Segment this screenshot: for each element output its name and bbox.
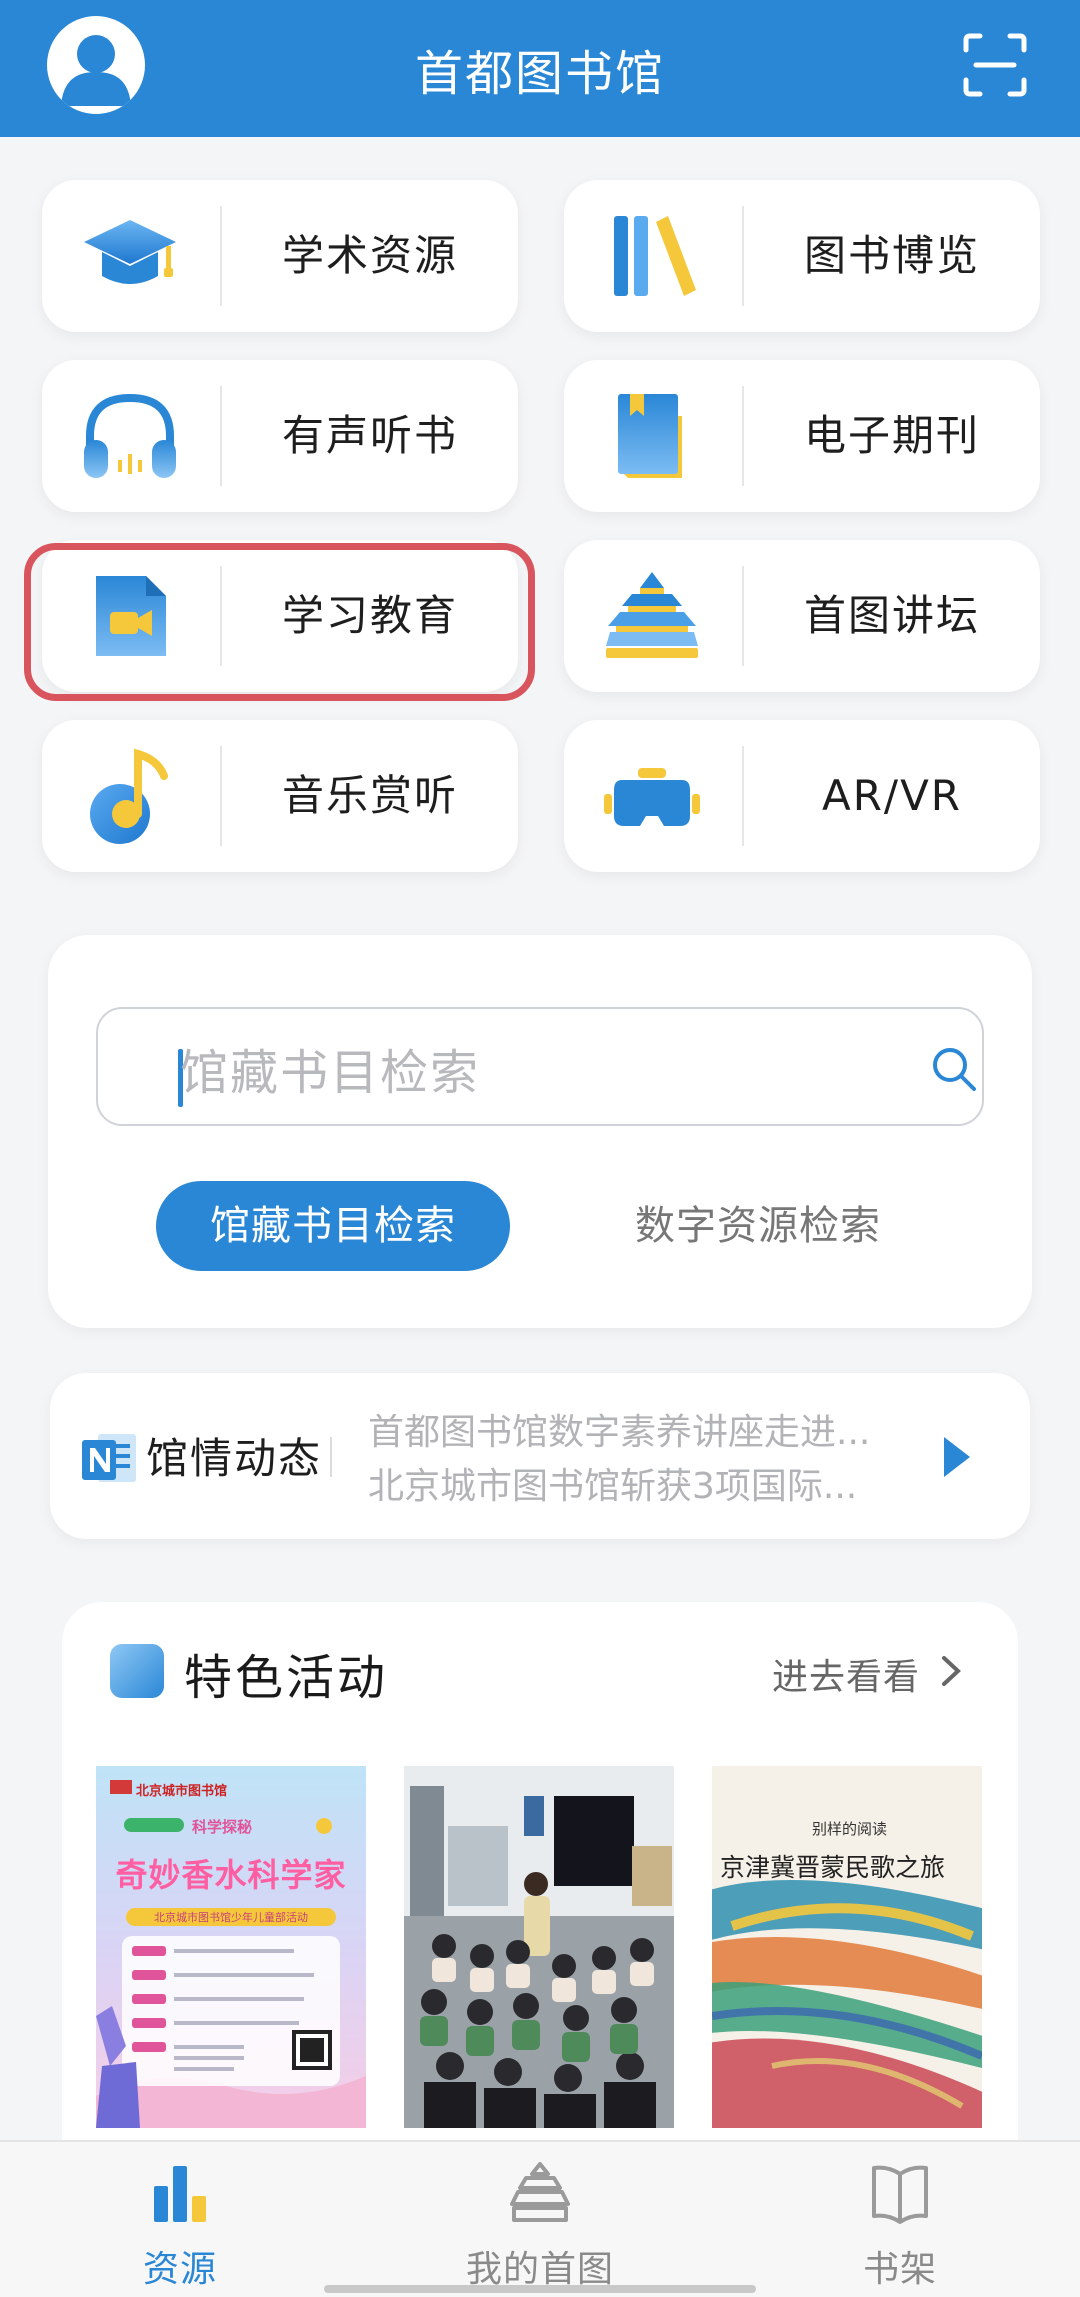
activity-poster-classroom[interactable] bbox=[404, 1766, 674, 2128]
graduation-cap-icon bbox=[80, 206, 180, 306]
search-icon[interactable] bbox=[928, 1043, 980, 1095]
tile-capital-lecture[interactable]: 首图讲坛 bbox=[564, 540, 1040, 692]
news-n-icon bbox=[80, 1428, 138, 1488]
poster-title: 京津冀晋蒙民歌之旅 bbox=[720, 1853, 946, 1882]
poster-kicker: 别样的阅读 bbox=[812, 1820, 888, 1838]
news-card[interactable]: 馆情动态 首都图书馆数字素养讲座走进... 北京城市图书馆斩获3项国际... bbox=[50, 1373, 1030, 1539]
temple-outline-icon bbox=[510, 2160, 570, 2224]
headphones-icon bbox=[80, 386, 180, 486]
tile-e-journals[interactable]: 电子期刊 bbox=[564, 360, 1040, 512]
news-item[interactable]: 首都图书馆数字素养讲座走进... bbox=[368, 1403, 870, 1455]
tab-my-library[interactable]: 我的首图 bbox=[440, 2160, 640, 2290]
news-label: 馆情动态 bbox=[146, 1434, 323, 1483]
tile-ar-vr[interactable]: AR/VR bbox=[564, 720, 1040, 872]
bottom-tab-bar: 资源 我的首图 书架 bbox=[0, 2140, 1080, 2297]
tile-label: 学术资源 bbox=[281, 231, 458, 280]
activity-poster-science[interactable]: 北京城市图书馆 科学探秘 奇妙香水科学家 北京城市图书馆少年儿童部活动 bbox=[96, 1766, 366, 2128]
poster-tag: 科学探秘 bbox=[192, 1818, 253, 1836]
poster-header: 北京城市图书馆 bbox=[136, 1784, 228, 1799]
poster-subtitle: 北京城市图书馆少年儿童部活动 bbox=[154, 1911, 308, 1924]
tile-academic-resources[interactable]: 学术资源 bbox=[42, 180, 518, 332]
search-card: 馆藏书目检索 馆藏书目检索 数字资源检索 bbox=[48, 935, 1032, 1328]
play-arrow-icon[interactable] bbox=[940, 1433, 974, 1481]
tile-book-expo[interactable]: 图书博览 bbox=[564, 180, 1040, 332]
vr-headset-icon bbox=[602, 746, 702, 846]
tile-audio-books[interactable]: 有声听书 bbox=[42, 360, 518, 512]
tile-label: 音乐赏听 bbox=[281, 771, 458, 820]
tab-resources[interactable]: 资源 bbox=[80, 2160, 280, 2290]
tile-music-listening[interactable]: 音乐赏听 bbox=[42, 720, 518, 872]
tab-label: 资源 bbox=[142, 2249, 217, 2290]
poster-title: 奇妙香水科学家 bbox=[115, 1856, 347, 1894]
tab-digital-resource-search[interactable]: 数字资源检索 bbox=[598, 1181, 918, 1271]
activity-poster-folk-songs[interactable]: 别样的阅读 京津冀晋蒙民歌之旅 bbox=[712, 1766, 982, 2128]
temple-icon bbox=[602, 566, 702, 666]
books-icon bbox=[602, 206, 702, 306]
open-book-icon bbox=[870, 2160, 930, 2224]
bar-chart-icon bbox=[150, 2160, 210, 2224]
chevron-right-icon[interactable] bbox=[938, 1654, 964, 1688]
selection-highlight bbox=[24, 543, 535, 701]
search-input[interactable]: 馆藏书目检索 bbox=[96, 1007, 984, 1126]
home-indicator[interactable] bbox=[324, 2285, 756, 2293]
tile-label: 首图讲坛 bbox=[803, 591, 980, 640]
tile-label: 有声听书 bbox=[281, 411, 458, 460]
see-more-link[interactable]: 进去看看 bbox=[772, 1648, 920, 1700]
tile-label: AR/VR bbox=[822, 771, 962, 820]
scan-icon[interactable] bbox=[962, 32, 1028, 98]
news-item[interactable]: 北京城市图书馆斩获3项国际... bbox=[368, 1457, 857, 1509]
tab-catalog-search[interactable]: 馆藏书目检索 bbox=[156, 1181, 510, 1271]
tile-label: 电子期刊 bbox=[803, 411, 980, 460]
music-note-icon bbox=[80, 746, 180, 846]
search-placeholder: 馆藏书目检索 bbox=[180, 1045, 481, 1101]
section-marker-icon bbox=[110, 1644, 164, 1698]
bookmark-book-icon bbox=[602, 386, 702, 486]
news-separator bbox=[330, 1437, 332, 1477]
app-header: 首都图书馆 bbox=[0, 0, 1080, 137]
tab-bookshelf[interactable]: 书架 bbox=[800, 2160, 1000, 2290]
tab-label: 书架 bbox=[862, 2249, 937, 2290]
section-title: 特色活动 bbox=[184, 1650, 389, 1706]
tile-label: 图书博览 bbox=[803, 231, 980, 280]
page-title: 首都图书馆 bbox=[414, 46, 665, 102]
